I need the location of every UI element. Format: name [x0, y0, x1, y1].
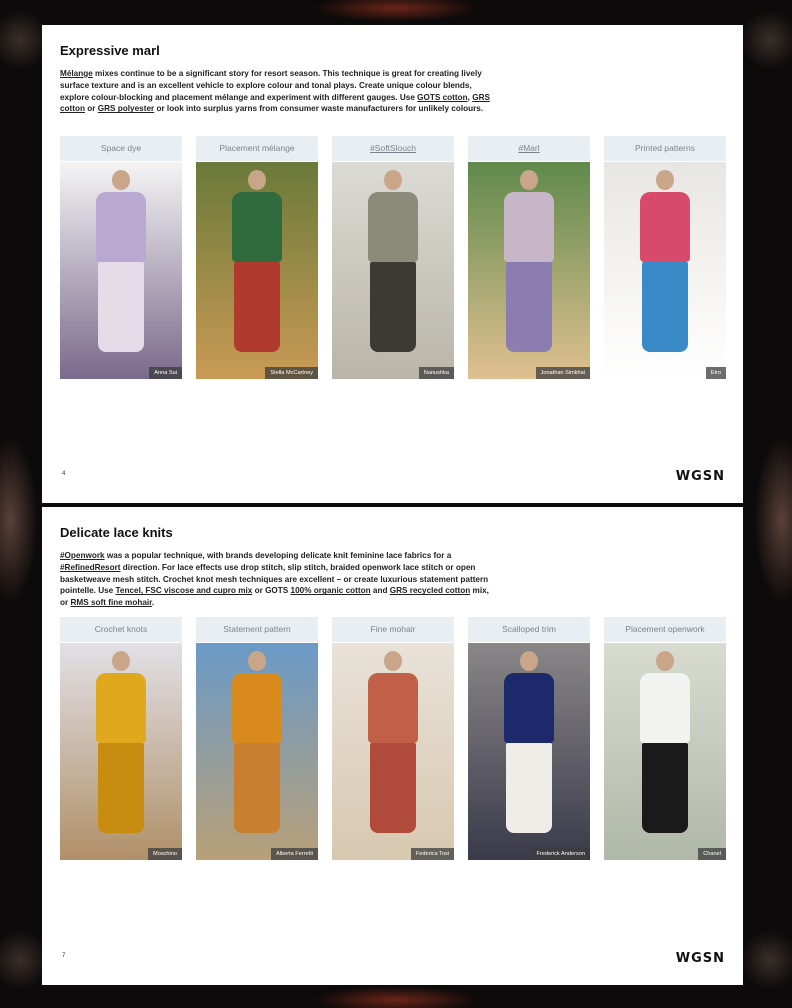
inline-link[interactable]: GOTS cotton [417, 93, 467, 102]
runway-photo[interactable]: Alberta Ferretti [196, 643, 318, 860]
image-column: Fine mohair Federica Tosi [332, 617, 454, 860]
page-number: 4 [62, 471, 66, 477]
garment-top [368, 192, 418, 262]
body-text-segment: or GOTS [252, 586, 291, 596]
model-head [384, 170, 402, 190]
inline-link[interactable]: 100% organic cotton [291, 586, 371, 595]
garment-bottom [234, 743, 280, 833]
image-column: Statement pattern Alberta Ferretti [196, 617, 318, 860]
designer-credit: Anna Sui [149, 367, 182, 379]
body-text-segment: was a popular technique, with brands dev… [104, 551, 452, 560]
inline-link[interactable]: RMS soft fine mohair [70, 598, 151, 607]
image-column: Space dye Anna Sui [60, 136, 182, 379]
column-label-link[interactable]: #SoftSlouch [332, 136, 454, 161]
designer-credit: Chanel [698, 848, 726, 860]
wgsn-logo: WGSN [675, 951, 725, 966]
column-label: Crochet knots [60, 617, 182, 642]
body-paragraph: #Openwork was a popular technique, with … [60, 550, 490, 609]
designer-credit: Frederick Anderson [531, 848, 590, 860]
garment-bottom [506, 262, 552, 352]
column-label: Statement pattern [196, 617, 318, 642]
model-head [112, 651, 130, 671]
page-number: 7 [62, 953, 66, 959]
runway-photo[interactable]: Moschino [60, 643, 182, 860]
garment-bottom [642, 743, 688, 833]
body-text-segment: or look into surplus yarns from consumer… [154, 104, 484, 114]
garment-top [368, 673, 418, 743]
inline-link[interactable]: #Openwork [60, 551, 105, 560]
body-text-segment: and [370, 586, 390, 596]
runway-photo[interactable]: Etro [604, 162, 726, 379]
garment-bottom [506, 743, 552, 833]
designer-credit: Alberta Ferretti [271, 848, 318, 860]
inline-link[interactable]: GRS recycled cotton [390, 586, 471, 595]
model-head [520, 170, 538, 190]
image-column: #Marl Jonathan Simkhai [468, 136, 590, 379]
inline-link[interactable]: #RefinedResort [60, 563, 121, 572]
inline-link[interactable]: Tencel, FSC viscose and cupro mix [116, 586, 253, 595]
designer-credit: Moschino [148, 848, 182, 860]
image-column: Printed patterns Etro [604, 136, 726, 379]
document-page-7: Delicate lace knits #Openwork was a popu… [42, 507, 743, 985]
model-head [248, 170, 266, 190]
garment-top [232, 192, 282, 262]
image-column: Scalloped trim Frederick Anderson [468, 617, 590, 860]
column-label: Placement openwork [604, 617, 726, 642]
designer-credit: Etro [705, 367, 726, 379]
designer-credit: Stella McCartney [265, 367, 318, 379]
model-head [248, 651, 266, 671]
garment-top [640, 192, 690, 262]
runway-photo[interactable]: Anna Sui [60, 162, 182, 379]
model-head [520, 651, 538, 671]
inline-link[interactable]: Mélange [60, 69, 93, 78]
designer-credit: Federica Tosi [410, 848, 454, 860]
model-head [384, 651, 402, 671]
runway-photo[interactable]: Frederick Anderson [468, 643, 590, 860]
runway-photo[interactable]: Chanel [604, 643, 726, 860]
garment-bottom [98, 262, 144, 352]
model-head [656, 170, 674, 190]
garment-bottom [370, 743, 416, 833]
designer-credit: Nanushka [418, 367, 454, 379]
model-head [112, 170, 130, 190]
column-label-link[interactable]: #Marl [468, 136, 590, 161]
body-text-segment: or [85, 104, 98, 114]
designer-credit: Jonathan Simkhai [535, 367, 590, 379]
garment-bottom [642, 262, 688, 352]
image-column: Crochet knots Moschino [60, 617, 182, 860]
garment-top [96, 192, 146, 262]
runway-photo[interactable]: Stella McCartney [196, 162, 318, 379]
garment-bottom [370, 262, 416, 352]
column-label: Scalloped trim [468, 617, 590, 642]
image-column: Placement mélange Stella McCartney [196, 136, 318, 379]
image-column: Placement openwork Chanel [604, 617, 726, 860]
garment-top [640, 673, 690, 743]
model-head [656, 651, 674, 671]
image-column: #SoftSlouch Nanushka [332, 136, 454, 379]
page-title: Delicate lace knits [60, 525, 173, 540]
garment-top [96, 673, 146, 743]
garment-top [504, 192, 554, 262]
column-label: Fine mohair [332, 617, 454, 642]
column-label: Space dye [60, 136, 182, 161]
garment-top [504, 673, 554, 743]
garment-bottom [234, 262, 280, 352]
wgsn-logo: WGSN [675, 469, 725, 484]
runway-photo[interactable]: Federica Tosi [332, 643, 454, 860]
body-text-segment: . [151, 598, 155, 608]
runway-photo[interactable]: Jonathan Simkhai [468, 162, 590, 379]
column-label: Placement mélange [196, 136, 318, 161]
document-page-4: Expressive marl Mélange mixes continue t… [42, 25, 743, 503]
body-paragraph: Mélange mixes continue to be a significa… [60, 68, 490, 115]
garment-bottom [98, 743, 144, 833]
column-label: Printed patterns [604, 136, 726, 161]
page-title: Expressive marl [60, 43, 160, 58]
inline-link[interactable]: GRS polyester [98, 104, 154, 113]
garment-top [232, 673, 282, 743]
runway-photo[interactable]: Nanushka [332, 162, 454, 379]
